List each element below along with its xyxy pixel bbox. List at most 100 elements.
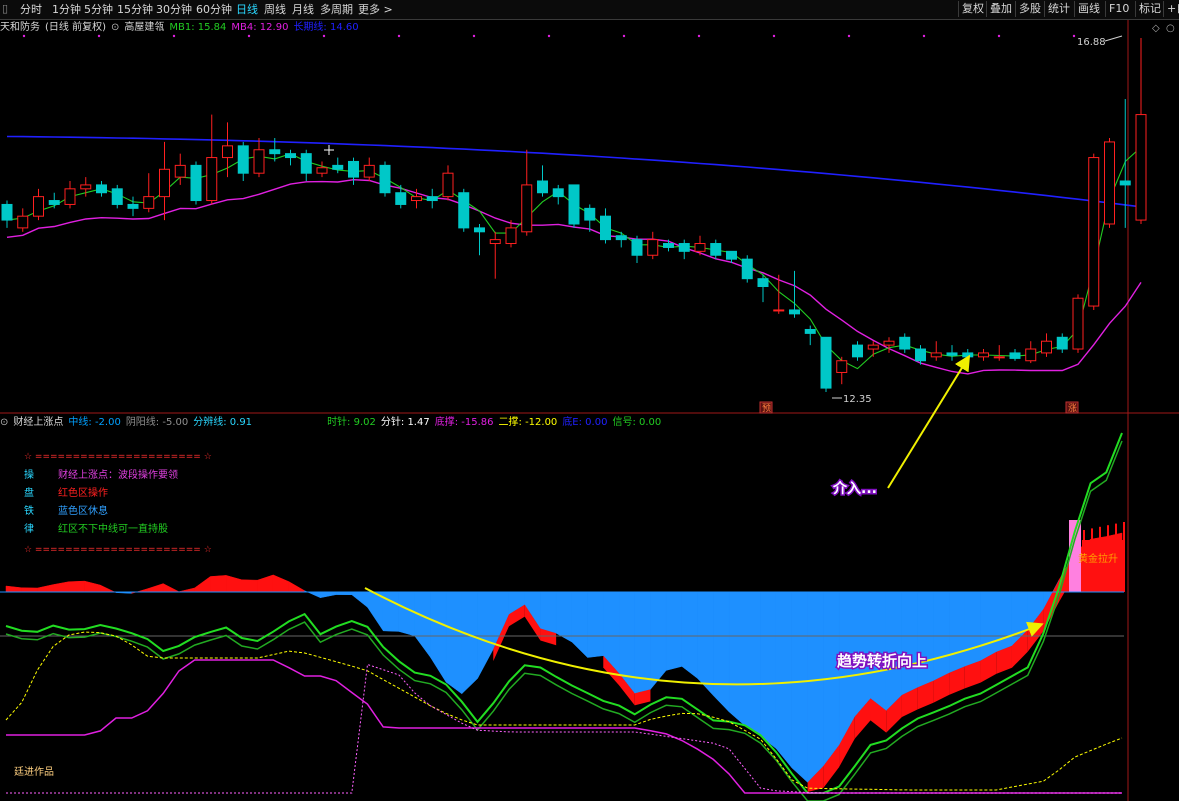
top-marker-dot	[322, 34, 326, 38]
area-segment-2	[37, 584, 54, 593]
note-key-2: 铁	[24, 504, 34, 517]
candle-body-19	[300, 153, 312, 174]
area-segment-8	[131, 588, 148, 594]
top-marker-dot	[997, 34, 1001, 38]
candle-body-22	[348, 160, 359, 178]
candle-body-40	[631, 239, 643, 256]
area-segment-50	[791, 591, 808, 783]
candle-body-54	[852, 344, 863, 358]
top-marker-dot	[22, 34, 26, 38]
note-text-1: 红色区操作	[58, 486, 108, 499]
candle-body-0	[1, 203, 13, 221]
low-price-label: 12.35	[843, 394, 872, 405]
area-segment-61	[964, 591, 981, 667]
candle-body-26	[411, 196, 422, 202]
candle-body-23	[363, 164, 375, 178]
candle-body-7	[111, 188, 123, 205]
candle-body-45	[710, 243, 722, 256]
area-segment-14	[225, 575, 243, 593]
mb1-line	[6, 146, 1142, 370]
area-segment-29	[461, 591, 478, 695]
area-segment-25	[398, 591, 415, 637]
candle-body-37	[584, 207, 596, 221]
area-segment-4	[68, 580, 85, 593]
candle-body-47	[741, 258, 753, 280]
candle-body-28	[442, 172, 454, 198]
top-marker-dot	[1072, 34, 1076, 38]
area-segment-41	[650, 591, 667, 691]
area-segment-35	[555, 591, 573, 643]
candle-body-10	[159, 168, 170, 198]
candle-body-13	[206, 157, 218, 202]
area-segment-11	[178, 587, 195, 593]
chart-canvas[interactable]: 16.88 12.35 预 涨 ☆ ====================== ☆ 操…	[0, 0, 1179, 801]
candle-body-3	[48, 200, 60, 205]
candle-body-27	[426, 196, 438, 202]
circle-icon: ○	[1166, 23, 1175, 34]
top-marker-dot	[622, 34, 626, 38]
candle-body-12	[190, 164, 202, 202]
candle-body-56	[883, 340, 895, 346]
area-segment-46	[728, 591, 746, 727]
area-segment-17	[272, 574, 290, 593]
candle-body-52	[820, 336, 832, 389]
candle-body-1	[17, 215, 29, 229]
candle-body-4	[64, 188, 76, 205]
candle-body-21	[332, 164, 344, 170]
candle-body-2	[33, 196, 44, 217]
candle-body-71	[1119, 180, 1131, 186]
area-segment-57	[901, 591, 918, 696]
candle-body-34	[537, 180, 548, 194]
area-segment-37	[587, 591, 604, 658]
marker-text-1: 预	[762, 403, 771, 414]
candle-body-20	[316, 167, 328, 174]
candle-body-49	[773, 309, 785, 312]
area-segment-10	[162, 583, 180, 593]
candle-body-63	[993, 356, 1005, 359]
annotation-layer: 介入... 趋势转折向上 ◇ ○	[324, 23, 1175, 686]
note-key-1: 盘	[24, 486, 34, 499]
candle-body-38	[600, 215, 611, 241]
top-marker-dot	[397, 34, 401, 38]
entry-arrow	[887, 354, 971, 489]
candle-body-46	[726, 250, 737, 260]
trend-label: 趋势转折向上	[837, 652, 927, 670]
candle-body-44	[694, 243, 706, 252]
note-text-3: 红区不下中线可一直持股	[58, 522, 168, 535]
candle-body-17	[269, 149, 281, 155]
candlestick-panel: 16.88 12.35 预 涨	[1, 34, 1147, 414]
candle-body-33	[521, 184, 533, 233]
candle-body-55	[867, 344, 879, 350]
candle-body-67	[1056, 336, 1068, 350]
top-marker-dot	[472, 34, 476, 38]
crosshair-marker	[324, 145, 334, 155]
candle-body-11	[174, 164, 186, 178]
area-segment-27	[430, 591, 447, 684]
gold-label: 黄金拉升	[1078, 552, 1118, 565]
candle-body-43	[678, 243, 690, 252]
top-marker-dot	[247, 34, 251, 38]
area-segment-13	[210, 575, 227, 593]
candle-body-9	[143, 196, 155, 209]
candle-body-51	[804, 328, 816, 334]
candle-body-64	[1009, 352, 1021, 359]
top-marker-dot	[697, 34, 701, 38]
candle-body-32	[505, 227, 517, 245]
candle-body-15	[237, 145, 249, 174]
note-key-0: 操	[24, 468, 34, 481]
candle-body-60	[946, 352, 958, 356]
candle-body-41	[647, 239, 659, 256]
marker-text-2: 涨	[1068, 403, 1077, 414]
candle-body-14	[222, 145, 233, 159]
candle-body-39	[615, 235, 627, 241]
top-marker-dot	[772, 34, 776, 38]
area-segment-0	[5, 585, 22, 593]
area-segment-9	[147, 583, 164, 593]
high-pointer	[1104, 35, 1123, 42]
area-segment-34	[540, 591, 557, 634]
note-text-2: 蓝色区休息	[58, 504, 108, 517]
area-segment-36	[571, 591, 588, 659]
candle-body-42	[663, 243, 674, 248]
diamond-icon: ◇	[1152, 23, 1160, 34]
candle-body-6	[96, 184, 107, 194]
